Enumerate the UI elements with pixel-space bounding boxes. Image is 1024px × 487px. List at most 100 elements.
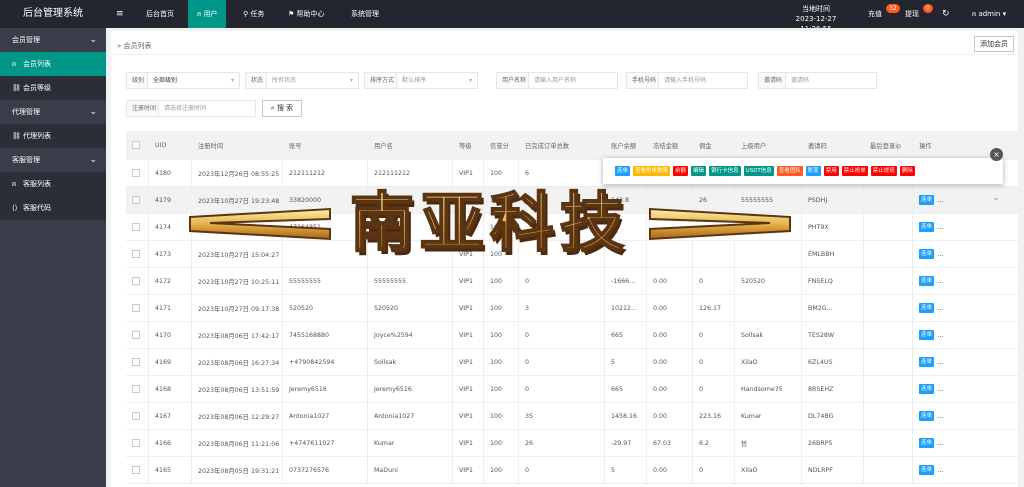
more-actions-button[interactable]: ...: [937, 331, 944, 339]
row-checkbox[interactable]: [132, 331, 140, 339]
nav-label: 后台首页: [146, 10, 174, 18]
flag-icon: ⚑: [288, 10, 297, 18]
chain-order-button[interactable]: 连单: [919, 249, 935, 259]
user-icon: ⍝: [12, 60, 17, 68]
chain-order-button[interactable]: 连单: [919, 438, 935, 448]
chain-order-button[interactable]: 连单: [919, 411, 935, 421]
popup-action-button[interactable]: 银行卡信息: [709, 166, 741, 176]
cell-reg-time: 2023年10月27日 09:17:38: [191, 295, 282, 321]
popup-action-button[interactable]: 账变: [805, 166, 821, 176]
sidebar-item-support-list[interactable]: ⍝ 客服列表: [0, 172, 106, 196]
chain-order-button[interactable]: 连单: [919, 330, 935, 340]
cell-frozen: 0.00: [646, 295, 692, 321]
cell-commission: 0: [692, 268, 734, 294]
popup-action-button[interactable]: 禁止抢单: [841, 166, 868, 176]
phone-input[interactable]: 手机号码 请输入手机号码: [626, 72, 748, 89]
chain-order-button[interactable]: 连单: [919, 222, 935, 232]
popup-action-button[interactable]: USDT信息: [743, 166, 774, 176]
row-checkbox[interactable]: [132, 304, 140, 312]
username-input[interactable]: 用户名称 请输入用户名称: [496, 72, 618, 89]
cell-actions: 连单...: [912, 349, 944, 375]
cell-reg-time: 2023年08月06日 13:51:59: [191, 376, 282, 402]
row-checkbox[interactable]: [132, 385, 140, 393]
withdraw-link[interactable]: 提现 0: [905, 4, 933, 21]
chain-order-button[interactable]: 连单: [919, 357, 935, 367]
cell-credit: 100: [483, 457, 518, 483]
popup-action-button[interactable]: 查看抢单数量: [633, 166, 671, 176]
more-actions-button[interactable]: ...: [937, 250, 944, 258]
status-select[interactable]: 状态 所有状态 ▾: [245, 72, 359, 89]
cell-invite-code: 6ZL4US: [801, 349, 863, 375]
sidebar-item-member-list[interactable]: ⍝ 会员列表: [0, 52, 106, 76]
cell-credit: 100: [483, 322, 518, 348]
more-actions-button[interactable]: ...: [937, 412, 944, 420]
nav-home[interactable]: 后台首页: [137, 0, 183, 28]
row-checkbox[interactable]: [132, 439, 140, 447]
row-checkbox[interactable]: [132, 169, 140, 177]
chain-order-button[interactable]: 连单: [919, 384, 935, 394]
sidebar-group-members[interactable]: 会员管理 ⌄: [0, 28, 106, 52]
row-checkbox[interactable]: [132, 358, 140, 366]
popup-action-button[interactable]: 删除: [899, 166, 915, 176]
popup-action-button[interactable]: 连单: [615, 166, 631, 176]
popup-action-button[interactable]: 查看团队: [776, 166, 803, 176]
more-actions-button[interactable]: ...: [937, 466, 944, 474]
sidebar-item-agent-list[interactable]: ⛓ 代理列表: [0, 124, 106, 148]
chain-order-button[interactable]: 连单: [919, 303, 935, 313]
row-checkbox[interactable]: [132, 196, 140, 204]
chain-order-button[interactable]: 连单: [919, 465, 935, 475]
cell-last-ip: [863, 376, 912, 402]
more-actions-button[interactable]: ...: [937, 223, 944, 231]
reg-time-input[interactable]: 注册时间 请选择注册时间: [126, 100, 256, 117]
nav-help[interactable]: ⚑ 帮助中心: [279, 0, 334, 28]
recharge-link[interactable]: 充值 32: [868, 4, 900, 21]
row-checkbox[interactable]: [132, 250, 140, 258]
sidebar-group-support[interactable]: 客服管理 ⌄: [0, 148, 106, 172]
cell-username: 55555555: [367, 268, 452, 294]
close-icon[interactable]: ×: [990, 148, 1003, 161]
row-checkbox[interactable]: [132, 223, 140, 231]
row-checkbox[interactable]: [132, 466, 140, 474]
popup-action-button[interactable]: 编辑: [691, 166, 707, 176]
more-actions-button[interactable]: ...: [937, 358, 944, 366]
row-checkbox[interactable]: [132, 277, 140, 285]
refresh-icon[interactable]: ↻: [942, 7, 950, 21]
invite-code-input[interactable]: 邀请码 邀请码: [758, 72, 877, 89]
more-actions-button[interactable]: ...: [937, 277, 944, 285]
more-actions-button[interactable]: ...: [937, 196, 944, 204]
scrollbar[interactable]: [1018, 30, 1024, 487]
cell-parent: 520520: [734, 268, 801, 294]
row-checkbox[interactable]: [132, 412, 140, 420]
filter-placeholder: 请输入手机号码: [664, 77, 707, 84]
add-member-button[interactable]: 添加会员: [974, 36, 1014, 52]
search-button[interactable]: ⌕ 搜 索: [262, 100, 302, 117]
popup-action-button[interactable]: 余额: [673, 166, 689, 176]
level-select[interactable]: 级别 全部级别 ▾: [126, 72, 240, 89]
sort-select[interactable]: 排序方式 默认排序 ▾: [364, 72, 478, 89]
menu-toggle-icon[interactable]: ≡: [116, 0, 124, 28]
popup-action-button[interactable]: 禁止提现: [870, 166, 897, 176]
sidebar-group-agents[interactable]: 代理管理 ⌄: [0, 100, 106, 124]
more-actions-button[interactable]: ...: [937, 439, 944, 447]
more-actions-button[interactable]: ...: [937, 385, 944, 393]
popup-action-button[interactable]: 禁用: [823, 166, 839, 176]
user-menu[interactable]: ⍝ admin ▾: [972, 7, 1006, 21]
cell-username: Sollsak: [367, 349, 452, 375]
cell-invite-code: BM2G...: [801, 295, 863, 321]
cell-reg-time: 2023年08月06日 17:42:17: [191, 322, 282, 348]
chain-order-button[interactable]: 连单: [919, 276, 935, 286]
more-actions-button[interactable]: ...: [937, 304, 944, 312]
cell-actions: 连单...: [912, 457, 944, 483]
cell-orders: 0: [518, 268, 604, 294]
nav-users[interactable]: ⍝ 用户: [188, 0, 227, 28]
table-row: 4169 2023年08月06日 16:27:34 +4790842594 Solls…: [126, 349, 1018, 376]
cell-uid: 4169: [148, 349, 191, 375]
chevron-down-icon[interactable]: ⌄: [992, 193, 1000, 203]
nav-tasks[interactable]: ⚲ 任务: [234, 0, 273, 28]
select-all-checkbox[interactable]: [132, 141, 140, 149]
sidebar-item-support-code[interactable]: ⟨⟩ 客服代码: [0, 196, 106, 220]
sidebar-item-member-level[interactable]: ⛓ 会员等级: [0, 76, 106, 100]
cell-balance: -29.97: [604, 430, 646, 456]
nav-system[interactable]: 系统管理: [342, 0, 388, 28]
chain-order-button[interactable]: 连单: [919, 195, 935, 205]
